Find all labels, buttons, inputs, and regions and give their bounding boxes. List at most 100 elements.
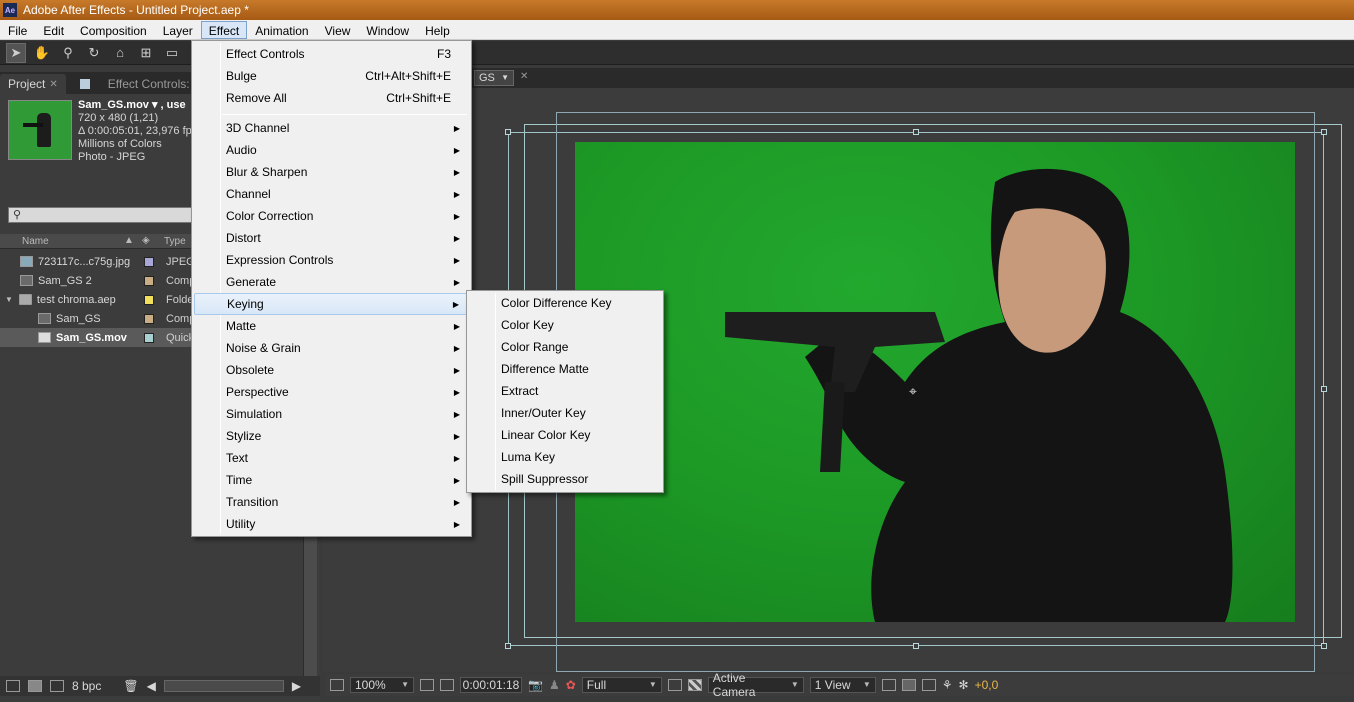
menu-animation[interactable]: Animation [247,21,316,39]
menu-item-blur-sharpen[interactable]: Blur & Sharpen ▶ [194,161,469,183]
hand-tool-icon[interactable]: ✋ [32,43,52,63]
menu-help[interactable]: Help [417,21,458,39]
transform-handle[interactable] [1321,129,1327,135]
always-preview-icon[interactable] [330,679,344,691]
transform-handle[interactable] [913,643,919,649]
transparency-grid-icon[interactable] [687,679,702,691]
submenu-item-spill-suppressor[interactable]: Spill Suppressor [469,468,661,490]
submenu-item-color-key[interactable]: Color Key [469,314,661,336]
current-time-field[interactable]: 0:00:01:18 [460,677,522,693]
rotation-tool-icon[interactable]: ↻ [84,43,104,63]
trash-icon[interactable]: 🗑 [123,679,138,693]
pan-behind-tool-icon[interactable]: ⊞ [136,43,156,63]
menu-window[interactable]: Window [358,21,417,39]
camera-tool-icon[interactable]: ⌂ [110,43,130,63]
menu-item-distort[interactable]: Distort ▶ [194,227,469,249]
exposure-reset-icon[interactable]: ✻ [959,678,969,692]
fast-previews-icon[interactable] [901,679,916,691]
menu-item-effect-controls[interactable]: Effect Controls F3 [194,43,469,65]
rectangle-tool-icon[interactable]: ▭ [162,43,182,63]
menu-item-matte[interactable]: Matte ▶ [194,315,469,337]
submenu-item-difference-matte[interactable]: Difference Matte [469,358,661,380]
tab-effect-controls[interactable]: Effect Controls: [66,74,198,94]
menu-item-expression-controls[interactable]: Expression Controls ▶ [194,249,469,271]
snapshot-camera-icon[interactable]: 📷 [528,678,543,692]
transform-handle[interactable] [1321,386,1327,392]
toggle-pixel-aspect-icon[interactable] [881,679,896,691]
zoom-tool-icon[interactable]: ⚲ [58,43,78,63]
menu-item-audio[interactable]: Audio ▶ [194,139,469,161]
new-composition-icon[interactable] [50,680,64,692]
transform-handle[interactable] [913,129,919,135]
menu-item-3d-channel[interactable]: 3D Channel ▶ [194,117,469,139]
sort-ascending-icon[interactable]: ▲ [124,235,134,246]
submenu-item-inner-outer-key[interactable]: Inner/Outer Key [469,402,661,424]
menu-item-text[interactable]: Text ▶ [194,447,469,469]
menu-item-remove-all[interactable]: Remove All Ctrl+Shift+E [194,87,469,109]
view-layout-dropdown[interactable]: 1 View ▼ [809,677,876,693]
scroll-left-icon[interactable]: ◀ [147,679,156,693]
menu-item-channel[interactable]: Channel ▶ [194,183,469,205]
label-swatch[interactable] [144,332,154,343]
menu-composition[interactable]: Composition [72,21,155,39]
column-type[interactable]: Type [164,236,186,247]
menu-item-obsolete[interactable]: Obsolete ▶ [194,359,469,381]
current-time-value: 0:00:01:18 [462,678,520,692]
channel-rgb-icon[interactable]: ✿ [566,678,576,692]
submenu-item-luma-key[interactable]: Luma Key [469,446,661,468]
region-of-interest-icon[interactable] [667,679,682,691]
menu-item-color-correction[interactable]: Color Correction ▶ [194,205,469,227]
label-swatch[interactable] [144,275,154,286]
resolution-dropdown[interactable]: Full ▼ [581,677,662,693]
label-swatch[interactable] [144,313,154,324]
close-icon[interactable]: ✕ [520,71,528,82]
menu-effect[interactable]: Effect [200,20,248,39]
label-tag-icon[interactable]: ◈ [142,235,150,246]
interpret-footage-icon[interactable] [6,680,20,692]
bit-depth-label[interactable]: 8 bpc [72,679,101,693]
expand-triangle-icon[interactable]: ▼ [5,295,13,304]
menu-item-stylize[interactable]: Stylize ▶ [194,425,469,447]
submenu-item-linear-color-key[interactable]: Linear Color Key [469,424,661,446]
flowchart-icon[interactable]: ⚘ [942,678,953,692]
menu-edit[interactable]: Edit [35,21,72,39]
mask-visibility-icon[interactable] [440,679,454,691]
submenu-item-extract[interactable]: Extract [469,380,661,402]
menu-view[interactable]: View [317,21,359,39]
transform-handle[interactable] [505,129,511,135]
tab-project[interactable]: Project ✕ [0,74,66,94]
project-search-input[interactable]: ⚲ [8,207,198,223]
grid-guide-icon[interactable] [420,679,434,691]
menu-item-noise-grain[interactable]: Noise & Grain ▶ [194,337,469,359]
menu-item-bulge[interactable]: Bulge Ctrl+Alt+Shift+E [194,65,469,87]
menu-item-perspective[interactable]: Perspective ▶ [194,381,469,403]
selection-tool-icon[interactable]: ➤ [6,42,26,63]
submenu-arrow-icon: ▶ [453,519,460,529]
composition-dropdown[interactable]: GS ▼ [474,70,514,86]
camera-view-dropdown[interactable]: Active Camera ▼ [707,671,804,699]
transform-handle[interactable] [505,643,511,649]
menu-file[interactable]: File [0,21,35,39]
submenu-item-color-difference-key[interactable]: Color Difference Key [469,292,661,314]
label-swatch[interactable] [144,256,154,267]
close-icon[interactable]: ✕ [49,79,57,90]
menu-item-utility[interactable]: Utility ▶ [194,513,469,535]
horizontal-scrollbar[interactable] [163,680,284,692]
menu-item-generate[interactable]: Generate ▶ [194,271,469,293]
column-name[interactable]: Name [22,236,49,247]
new-folder-icon[interactable] [28,680,42,692]
anchor-point-icon[interactable]: ⌖ [909,383,917,400]
menu-item-time[interactable]: Time ▶ [194,469,469,491]
timeline-icon[interactable] [921,679,936,691]
show-snapshot-icon[interactable]: ♟ [549,678,560,692]
scroll-right-icon[interactable]: ▶ [292,679,301,693]
magnification-dropdown[interactable]: 100% ▼ [350,677,414,693]
menu-item-simulation[interactable]: Simulation ▶ [194,403,469,425]
submenu-item-color-range[interactable]: Color Range [469,336,661,358]
label-swatch[interactable] [144,294,154,305]
menu-layer[interactable]: Layer [155,21,201,39]
menu-item-keying[interactable]: Keying ▶ [194,293,469,315]
menu-item-transition[interactable]: Transition ▶ [194,491,469,513]
transform-handle[interactable] [1321,643,1327,649]
exposure-value[interactable]: +0,0 [975,678,999,692]
